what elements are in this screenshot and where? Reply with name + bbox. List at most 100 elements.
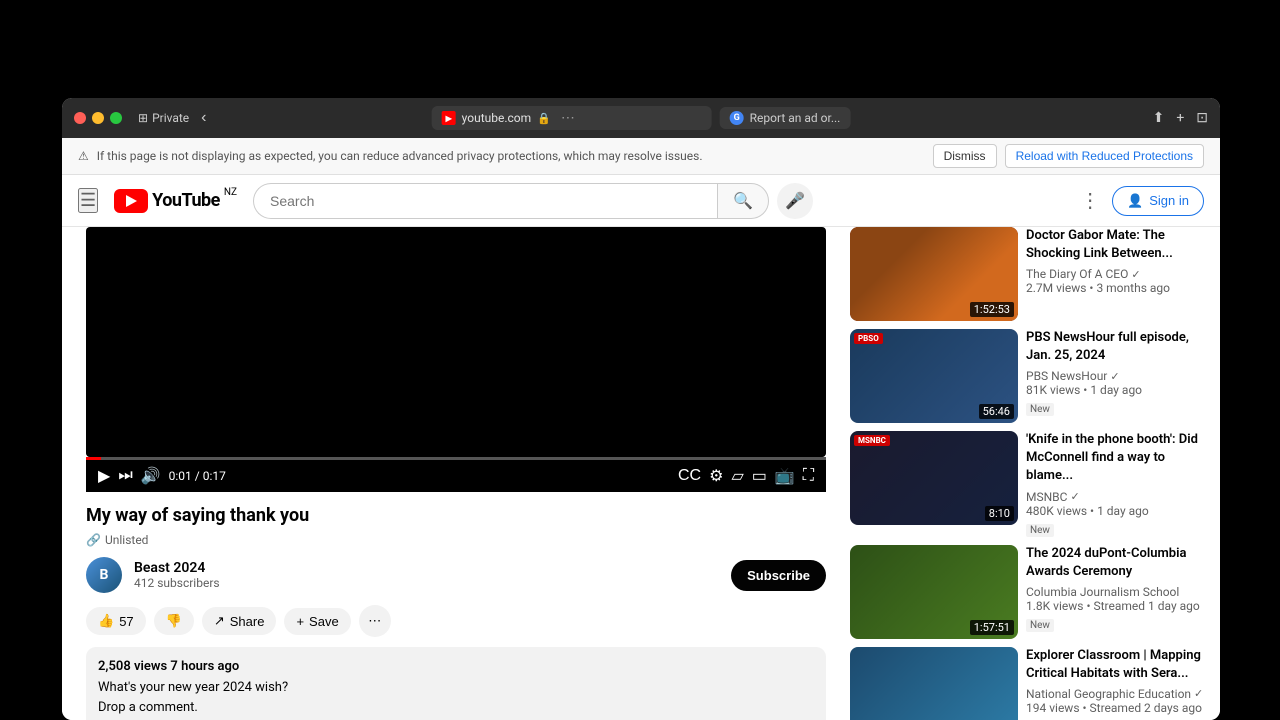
current-time: 0:01 bbox=[169, 469, 192, 483]
rec-item[interactable]: MSNBC 8:10 'Knife in the phone booth': D… bbox=[850, 431, 1204, 537]
miniplayer-button[interactable]: ▱ bbox=[731, 466, 743, 486]
time-display: 0:01 / 0:17 bbox=[169, 469, 226, 483]
cast-button[interactable]: 📺 bbox=[775, 466, 795, 486]
views-text: 2,508 views bbox=[98, 659, 167, 674]
channel-name: Columbia Journalism School bbox=[1026, 585, 1179, 599]
minimize-button[interactable] bbox=[92, 112, 104, 124]
sidebar-icon: ⊞ bbox=[138, 111, 148, 125]
reload-reduced-button[interactable]: Reload with Reduced Protections bbox=[1005, 144, 1204, 168]
save-button[interactable]: + Save bbox=[284, 608, 350, 635]
favicon: ▶ bbox=[442, 111, 456, 125]
rec-item[interactable]: 1:57:51 The 2024 duPont-Columbia Awards … bbox=[850, 545, 1204, 639]
channel-row: B Beast 2024 412 subscribers Subscribe bbox=[86, 557, 826, 593]
verified-icon: ✓ bbox=[1110, 370, 1119, 383]
subtitles-button[interactable]: CC bbox=[678, 466, 701, 486]
rec-thumbnail: MSNBC 8:10 bbox=[850, 431, 1018, 525]
sidebar-toggle-icon[interactable]: ⊡ bbox=[1196, 110, 1208, 126]
volume-button[interactable]: 🔊 bbox=[141, 466, 161, 486]
fullscreen-button[interactable]: ⛶ bbox=[803, 466, 814, 486]
video-unlisted: 🔗 Unlisted bbox=[86, 533, 826, 547]
titlebar-center: ▶ youtube.com 🔒 ⋯ G Report an ad or... bbox=[432, 106, 851, 130]
new-tab-icon[interactable]: + bbox=[1176, 110, 1184, 126]
url-options-icon[interactable]: ⋯ bbox=[561, 110, 575, 126]
share-icon[interactable]: ⬆ bbox=[1153, 110, 1165, 126]
traffic-lights bbox=[74, 112, 122, 124]
link-icon: 🔗 bbox=[86, 533, 101, 547]
settings-button[interactable]: ⚙ bbox=[709, 466, 723, 486]
thumb-up-icon: 👍 bbox=[98, 613, 114, 629]
rec-info: PBS NewsHour full episode, Jan. 25, 2024… bbox=[1026, 329, 1204, 423]
verified-icon: ✓ bbox=[1131, 268, 1140, 281]
rec-item[interactable]: PBSO 56:46 PBS NewsHour full episode, Ja… bbox=[850, 329, 1204, 423]
rec-title: Explorer Classroom | Mapping Critical Ha… bbox=[1026, 647, 1204, 683]
search-button[interactable]: 🔍 bbox=[717, 183, 769, 219]
save-label: Save bbox=[309, 614, 339, 629]
rec-title: PBS NewsHour full episode, Jan. 25, 2024 bbox=[1026, 329, 1204, 365]
channel-info: Beast 2024 412 subscribers bbox=[134, 560, 719, 590]
rec-item[interactable]: 1:52:53 Doctor Gabor Mate: The Shocking … bbox=[850, 227, 1204, 321]
dislike-button[interactable]: 👎 bbox=[154, 607, 194, 635]
private-badge: ⊞ Private bbox=[138, 111, 189, 125]
youtube-logo[interactable]: YouTube NZ bbox=[114, 189, 237, 213]
person-icon: 👤 bbox=[1127, 193, 1143, 209]
total-duration: 0:17 bbox=[203, 469, 226, 483]
back-button[interactable]: ‹ bbox=[197, 105, 210, 131]
avatar-initial: B bbox=[100, 567, 109, 583]
thumb-label: PBSO bbox=[854, 333, 883, 344]
channel-name: PBS NewsHour bbox=[1026, 369, 1107, 383]
rec-meta: 1.8K views • Streamed 1 day ago bbox=[1026, 599, 1204, 613]
more-actions-button[interactable]: ⋯ bbox=[359, 605, 391, 637]
rec-title: 'Knife in the phone booth': Did McConnel… bbox=[1026, 431, 1204, 486]
youtube-header: ☰ YouTube NZ 🔍 🎤 ⋮ 👤 Sign in bbox=[62, 175, 1220, 227]
theater-button[interactable]: ▭ bbox=[752, 466, 767, 486]
mic-button[interactable]: 🎤 bbox=[777, 183, 813, 219]
url-bar[interactable]: ▶ youtube.com 🔒 ⋯ bbox=[432, 106, 712, 130]
lock-icon: 🔒 bbox=[537, 112, 551, 125]
privacy-message: If this page is not displaying as expect… bbox=[97, 149, 925, 163]
share-button[interactable]: ↗ Share bbox=[202, 607, 277, 635]
rec-info: 'Knife in the phone booth': Did McConnel… bbox=[1026, 431, 1204, 537]
left-panel: ▶ ⏭ 🔊 0:01 / 0:17 CC ⚙ ▱ ▭ 📺 ⛶ My bbox=[62, 227, 850, 720]
close-button[interactable] bbox=[74, 112, 86, 124]
rec-views: 1.8K views bbox=[1026, 599, 1083, 613]
rec-thumbnail: PBSO 56:46 bbox=[850, 329, 1018, 423]
subscribe-button[interactable]: Subscribe bbox=[731, 560, 826, 591]
video-overlay bbox=[86, 227, 826, 457]
channel-avatar[interactable]: B bbox=[86, 557, 122, 593]
progress-fill bbox=[86, 457, 101, 460]
rec-meta: 2.7M views • 3 months ago bbox=[1026, 281, 1204, 295]
signin-label: Sign in bbox=[1149, 193, 1189, 208]
next-button[interactable]: ⏭ bbox=[118, 467, 132, 485]
rec-sep: • bbox=[1090, 504, 1097, 518]
play-button[interactable]: ▶ bbox=[98, 466, 110, 486]
search-input[interactable] bbox=[253, 183, 717, 219]
new-badge: New bbox=[1026, 524, 1054, 537]
thumb-down-icon: 👎 bbox=[166, 613, 182, 629]
time-separator: / bbox=[195, 469, 203, 483]
right-controls: CC ⚙ ▱ ▭ 📺 ⛶ bbox=[678, 466, 814, 486]
report-tab[interactable]: G Report an ad or... bbox=[720, 107, 851, 129]
more-options-button[interactable]: ⋮ bbox=[1076, 184, 1104, 217]
description-box[interactable]: 2,508 views 7 hours ago What's your new … bbox=[86, 647, 826, 720]
youtube-logo-text: YouTube bbox=[152, 190, 220, 211]
rec-duration: 8:10 bbox=[985, 506, 1014, 521]
rec-age: Streamed 1 day ago bbox=[1093, 599, 1199, 613]
signin-button[interactable]: 👤 Sign in bbox=[1112, 186, 1204, 216]
youtube-logo-icon bbox=[114, 189, 148, 213]
description-text: What's your new year 2024 wish? Drop a c… bbox=[98, 678, 814, 720]
like-button[interactable]: 👍 57 bbox=[86, 607, 146, 635]
menu-button[interactable]: ☰ bbox=[78, 188, 98, 213]
video-player[interactable] bbox=[86, 227, 826, 457]
maximize-button[interactable] bbox=[110, 112, 122, 124]
share-icon: ↗ bbox=[214, 613, 225, 629]
channel-name[interactable]: Beast 2024 bbox=[134, 560, 719, 576]
progress-bar[interactable] bbox=[86, 457, 826, 460]
rec-thumbnail: 1:57:51 bbox=[850, 545, 1018, 639]
right-panel: 1:52:53 Doctor Gabor Mate: The Shocking … bbox=[850, 227, 1220, 720]
rec-age: Streamed 2 days ago bbox=[1090, 701, 1202, 715]
verified-icon: ✓ bbox=[1194, 687, 1203, 700]
rec-meta: 194 views • Streamed 2 days ago bbox=[1026, 701, 1204, 715]
rec-item[interactable]: 36:10 Explorer Classroom | Mapping Criti… bbox=[850, 647, 1204, 720]
dismiss-button[interactable]: Dismiss bbox=[933, 144, 997, 168]
privacy-bar: ⚠ If this page is not displaying as expe… bbox=[62, 138, 1220, 175]
